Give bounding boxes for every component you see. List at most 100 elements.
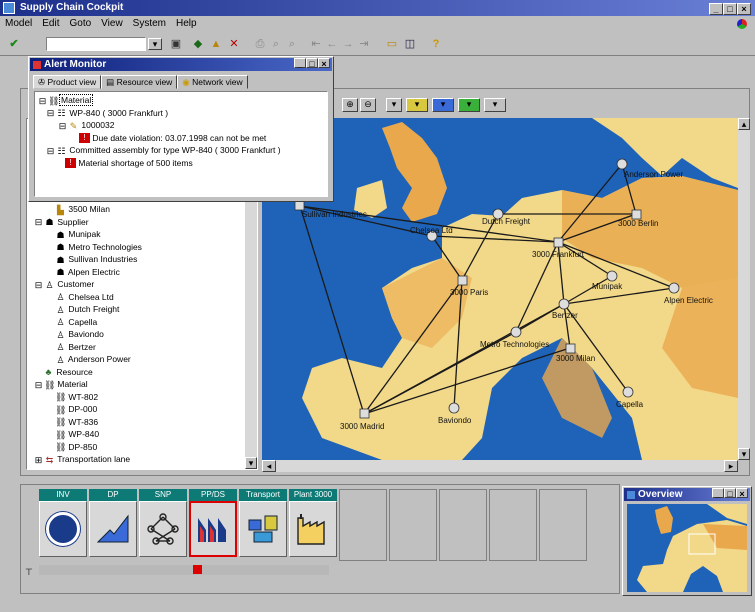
command-field[interactable]	[46, 37, 146, 51]
tree-node-resource[interactable]: ♣ Resource	[29, 366, 241, 379]
alert-node-material[interactable]: ⊟ ⛓ Material	[35, 94, 327, 107]
tab-network-view[interactable]: ◉ Network view	[177, 75, 248, 89]
collapse-icon[interactable]: ⊟	[33, 380, 44, 390]
map-vertical-scrollbar[interactable]: ▴ ▾	[738, 118, 750, 460]
map-horizontal-scrollbar[interactable]: ◂ ▸	[262, 460, 738, 472]
cancel-icon[interactable]: ✕	[226, 36, 242, 52]
tile-plant[interactable]: Plant 3000	[289, 489, 337, 557]
menu-help[interactable]: Help	[171, 17, 202, 31]
tree-item-supplier[interactable]: ☗ Metro Technologies	[29, 241, 241, 254]
tree-item-customer[interactable]: ♙ Dutch Freight	[29, 303, 241, 316]
maximize-button[interactable]: □	[306, 58, 318, 69]
alert-node-product[interactable]: ⊟ ☷ WP-840 ( 3000 Frankfurt )	[35, 107, 327, 120]
tree-item-location[interactable]: ▙ 3500 Milan	[29, 203, 241, 216]
overview-minimap[interactable]	[627, 504, 747, 592]
print-icon[interactable]: ⎙	[252, 36, 268, 52]
alert-node-assembly[interactable]: ⊟ ☷ Committed assembly for type WP-840 ( …	[35, 144, 327, 157]
tree-node-customer[interactable]: ⊟ ♙ Customer	[29, 278, 241, 291]
tile-snp[interactable]: SNP	[139, 489, 187, 557]
checkmark-icon[interactable]: ✔	[6, 36, 22, 52]
help-icon[interactable]: ?	[428, 36, 444, 52]
tree-item-customer[interactable]: ♙ Chelsea Ltd	[29, 291, 241, 304]
close-button[interactable]: ×	[736, 488, 748, 499]
prev-page-icon[interactable]: ←	[324, 36, 340, 52]
tree-item-customer[interactable]: ♙ Bertzer	[29, 341, 241, 354]
find-next-icon[interactable]: ⌕	[284, 36, 300, 52]
command-dropdown-button[interactable]: ▾	[148, 38, 162, 50]
collapse-icon[interactable]: ⊟	[37, 96, 48, 106]
back-icon[interactable]: ◆	[190, 36, 206, 52]
tree-item-supplier[interactable]: ☗ Munipak	[29, 228, 241, 241]
close-button[interactable]: ×	[737, 3, 751, 15]
tree-node-supplier[interactable]: ⊟ ☗ Supplier	[29, 216, 241, 229]
maximize-button[interactable]: □	[724, 488, 736, 499]
tree-node-material[interactable]: ⊟ ⛓ Material	[29, 378, 241, 391]
scroll-up-button[interactable]: ▴	[738, 118, 750, 130]
minimize-button[interactable]: _	[712, 488, 724, 499]
last-page-icon[interactable]: ⇥	[356, 36, 372, 52]
pin-icon[interactable]: ⊤	[25, 567, 33, 578]
first-page-icon[interactable]: ⇤	[308, 36, 324, 52]
alert-monitor-title-bar[interactable]: Alert Monitor _ □ ×	[30, 58, 332, 71]
collapse-icon[interactable]: ⊟	[33, 280, 44, 290]
tree-item-material[interactable]: ⛓ DP-850	[29, 441, 241, 454]
expand-icon[interactable]: ⊞	[33, 455, 44, 465]
menu-goto[interactable]: Goto	[64, 17, 96, 31]
menu-edit[interactable]: Edit	[37, 17, 64, 31]
overview-title-bar[interactable]: Overview _ □ ×	[624, 488, 750, 501]
tile-ppds[interactable]: PP/DS	[189, 489, 237, 557]
tree-item-material[interactable]: ⛓ DP-000	[29, 403, 241, 416]
tile-transport[interactable]: Transport	[239, 489, 287, 557]
menu-bar: Model Edit Goto View System Help	[0, 17, 755, 32]
find-icon[interactable]: ⌕	[268, 36, 284, 52]
exit-icon[interactable]: ▲	[208, 36, 224, 52]
save-icon[interactable]: ▣	[168, 36, 184, 52]
tree-item-customer[interactable]: ♙ Anderson Power	[29, 353, 241, 366]
menu-model[interactable]: Model	[0, 17, 37, 31]
tree-item-label: DP-850	[68, 441, 98, 452]
tile-dp[interactable]: DP	[89, 489, 137, 557]
scroll-right-button[interactable]: ▸	[724, 460, 738, 472]
route-color-icon[interactable]: ▾	[458, 98, 480, 112]
collapse-icon[interactable]: ⊟	[45, 108, 56, 118]
tree-item-customer[interactable]: ♙ Capella	[29, 316, 241, 329]
collapse-icon[interactable]: ⊟	[45, 146, 56, 156]
tree-item-supplier[interactable]: ☗ Sullivan Industries	[29, 253, 241, 266]
filter-icon[interactable]: ▾	[484, 98, 506, 112]
network-view-icon: ◉	[182, 77, 190, 87]
alert-item[interactable]: ! Material shortage of 500 items	[35, 157, 327, 170]
scroll-left-button[interactable]: ◂	[262, 460, 276, 472]
menu-system[interactable]: System	[128, 17, 171, 31]
maximize-button[interactable]: □	[723, 3, 737, 15]
alert-item[interactable]: ! Due date violation: 03.07.1998 can not…	[35, 132, 327, 145]
new-session-icon[interactable]: ▭	[384, 36, 400, 52]
collapse-icon[interactable]: ⊟	[33, 217, 44, 227]
shortcut-icon[interactable]: ◫	[402, 36, 418, 52]
map-label: Munipak	[592, 282, 623, 291]
menu-view[interactable]: View	[96, 17, 128, 31]
close-button[interactable]: ×	[318, 58, 330, 69]
tree-item-material[interactable]: ⛓ WP-840	[29, 428, 241, 441]
collapse-icon[interactable]: ⊟	[57, 121, 68, 131]
scroll-down-button[interactable]: ▾	[738, 448, 750, 460]
tile-inv[interactable]: INV	[39, 489, 87, 557]
tree-item-material[interactable]: ⛓ WT-802	[29, 391, 241, 404]
tree-item-customer[interactable]: ♙ Baviondo	[29, 328, 241, 341]
minimize-button[interactable]: _	[709, 3, 723, 15]
zoom-icon[interactable]: ⊕	[342, 98, 358, 112]
empty-tile-slot	[539, 489, 587, 561]
zoom-out-icon[interactable]: ⊖	[360, 98, 376, 112]
tab-resource-view[interactable]: ▤ Resource view	[101, 75, 178, 89]
tree-item-supplier[interactable]: ☗ Alpen Electric	[29, 266, 241, 279]
select-icon[interactable]: ▾	[386, 98, 402, 112]
scroll-down-button[interactable]: ▾	[245, 457, 257, 469]
alert-node-order[interactable]: ⊟ ✎ 1000032	[35, 119, 327, 132]
next-page-icon[interactable]: →	[340, 36, 356, 52]
layer-icon[interactable]: ▾	[406, 98, 428, 112]
globe-icon[interactable]: ▾	[432, 98, 454, 112]
tile-label: DP	[89, 489, 137, 501]
tab-product-view[interactable]: ✇ Product view	[33, 75, 102, 89]
tree-item-material[interactable]: ⛓ WT-836	[29, 416, 241, 429]
tree-node-transportation-lane[interactable]: ⊞ ⇆ Transportation lane	[29, 453, 241, 466]
minimize-button[interactable]: _	[294, 58, 306, 69]
